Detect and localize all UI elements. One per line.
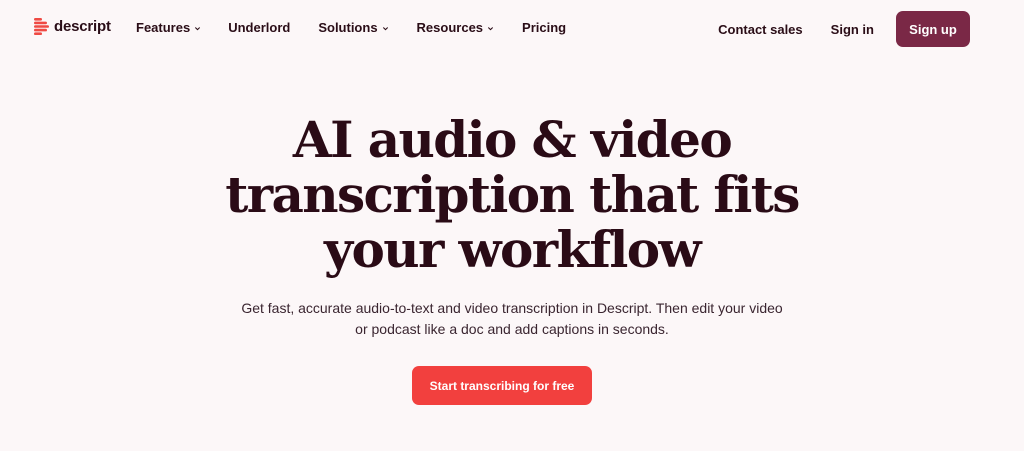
chevron-down-icon (487, 26, 494, 30)
nav-item-solutions[interactable]: Solutions (318, 20, 388, 35)
hero-title-line: transcription that fits (225, 165, 800, 224)
hero-subtitle-line: Get fast, accurate audio-to-text and vid… (241, 300, 783, 316)
hero-subtitle-line: or podcast like a doc and add captions i… (355, 321, 669, 337)
chevron-down-icon (195, 26, 201, 30)
page: descript Features Underlord Solutions Re… (0, 0, 1024, 451)
nav-actions: Contact sales Sign in Sign up (718, 11, 970, 47)
nav-item-pricing[interactable]: Pricing (522, 20, 566, 35)
start-transcribing-button[interactable]: Start transcribing for free (412, 366, 592, 405)
hero-title-line: AI audio & video (292, 110, 733, 169)
descript-logo-icon (34, 18, 49, 35)
logo-link[interactable]: descript (34, 18, 111, 35)
sign-in-link[interactable]: Sign in (831, 22, 874, 37)
chevron-down-icon (382, 26, 388, 30)
logo-text: descript (54, 18, 111, 35)
nav-item-label: Underlord (228, 20, 291, 35)
nav-item-label: Solutions (318, 20, 378, 35)
main-nav: Features Underlord Solutions Resources P… (136, 20, 566, 35)
nav-item-label: Pricing (522, 20, 567, 35)
nav-item-underlord[interactable]: Underlord (228, 20, 290, 35)
top-nav: descript Features Underlord Solutions Re… (0, 0, 1024, 58)
hero-title: AI audio & video transcription that fits… (0, 112, 1024, 277)
nav-item-resources[interactable]: Resources (417, 20, 494, 35)
nav-item-label: Resources (416, 20, 484, 35)
nav-item-features[interactable]: Features (136, 20, 201, 35)
hero-subtitle: Get fast, accurate audio-to-text and vid… (0, 298, 1024, 340)
hero-title-line: your workflow (324, 220, 702, 279)
sign-up-button[interactable]: Sign up (896, 11, 970, 47)
nav-item-label: Features (136, 20, 191, 35)
contact-sales-link[interactable]: Contact sales (718, 22, 803, 37)
